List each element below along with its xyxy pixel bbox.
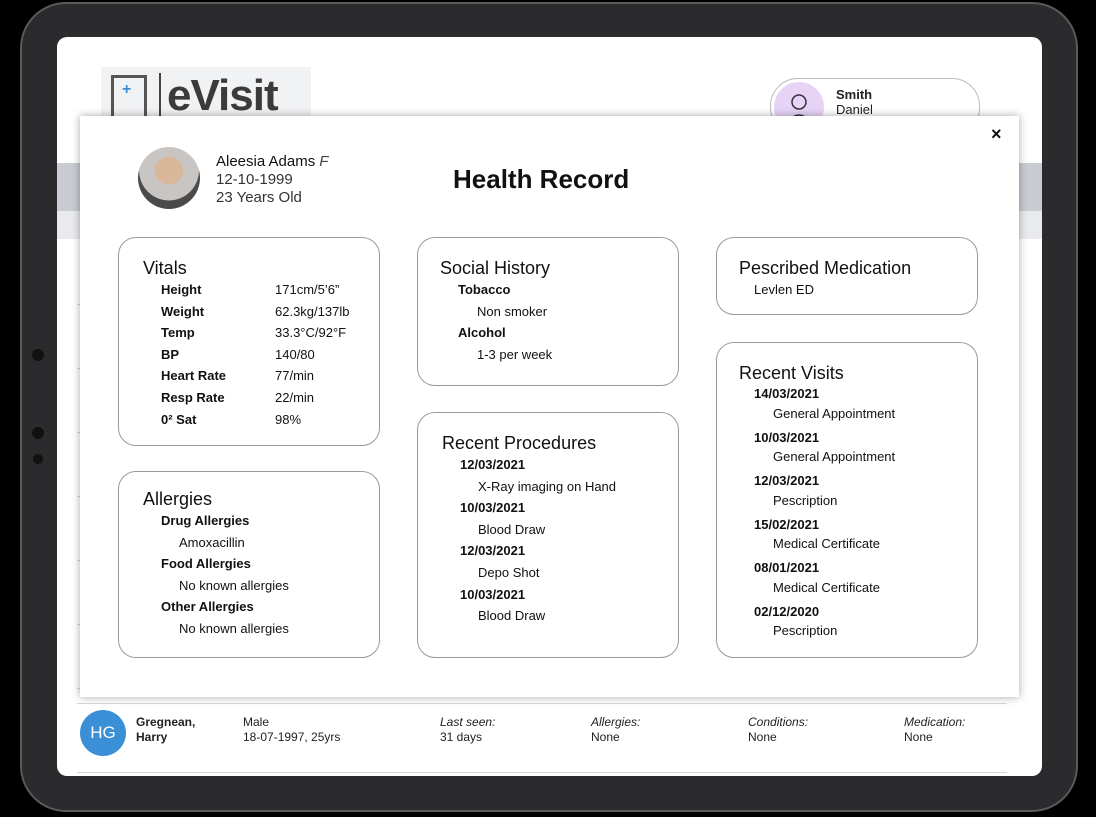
procedure-value: Blood Draw: [478, 608, 546, 624]
logo-divider: [159, 73, 161, 119]
logo-text: eVisit: [167, 71, 279, 120]
vital-label: Heart Rate: [161, 368, 227, 384]
social-heading: Social History: [440, 258, 551, 278]
social-value: 1-3 per week: [477, 346, 553, 362]
procedure-label: 12/03/2021: [460, 543, 526, 559]
patient-name-row: Aleesia Adams F: [216, 153, 328, 170]
vitals-card: Vitals Height 171cm/5’6” Weight 62.3kg/137l…: [118, 237, 380, 446]
procedure-label: 12/03/2021: [460, 457, 526, 472]
visit-value: Pescription: [773, 492, 838, 508]
social-history-card: Social History Tobacco Non smoker Alcohol 1…: [417, 237, 679, 386]
medication-heading: Pescribed Medication: [739, 258, 912, 278]
allergies-card: Allergies Drug Allergies Amoxacillin Food …: [118, 471, 380, 658]
side-button: [33, 454, 43, 464]
patient-name: Aleesia Adams: [216, 153, 316, 170]
user-last-name: Smith: [836, 87, 873, 102]
vital-value: 140/80: [275, 346, 315, 362]
visit-value: Medical Certificate: [773, 579, 880, 595]
side-button: [32, 427, 44, 439]
patient-sex: F: [319, 153, 329, 170]
vital-value: 22/min: [275, 390, 315, 405]
visit-value: General Appointment: [773, 449, 896, 464]
vital-value: 62.3kg/137lb: [275, 303, 350, 319]
vitals-heading: Vitals: [143, 258, 187, 278]
visit-label: 08/01/2021: [754, 560, 820, 575]
visit-label: 14/03/2021: [754, 386, 820, 401]
visits-heading: Recent Visits: [739, 363, 844, 383]
prescribed-medication-card: Pescribed Medication Levlen ED: [716, 237, 978, 315]
allergy-value: No known allergies: [179, 577, 289, 593]
procedure-label: 10/03/2021: [460, 500, 526, 516]
patient-age: 23 Years Old: [216, 189, 302, 206]
vital-label: Resp Rate: [161, 390, 225, 405]
patient-dob: 12-10-1999: [216, 171, 293, 188]
social-value: Non smoker: [477, 303, 548, 319]
procedure-label: 10/03/2021: [460, 586, 526, 602]
allergies-heading: Allergies: [143, 489, 213, 509]
conditions-label: Conditions:: [748, 715, 809, 729]
patient-gender-dob: Male 18-07-1997, 25yrs: [243, 715, 341, 744]
procedure-value: X-Ray imaging on Hand: [478, 478, 617, 494]
allergy-label: Food Allergies: [161, 556, 251, 572]
patient-photo: [138, 147, 200, 209]
recent-visits-card: Recent Visits 14/03/2021 General Appointm…: [716, 342, 978, 658]
allergies-value: None: [591, 730, 620, 744]
vital-value: 98%: [275, 411, 302, 427]
health-record-modal: × Aleesia Adams F 12-10-1999 23 Years Old…: [80, 116, 1019, 697]
vital-label: 0² Sat: [161, 411, 197, 427]
allergy-label: Other Allergies: [161, 599, 254, 615]
user-first-name: Daniel: [836, 102, 873, 117]
close-icon[interactable]: ×: [991, 124, 1002, 145]
visit-label: 12/03/2021: [754, 473, 820, 488]
procedure-value: Depo Shot: [478, 565, 540, 580]
procedures-heading: Recent Procedures: [442, 433, 597, 453]
allergy-value: Amoxacillin: [179, 534, 245, 550]
vital-value: 171cm/5’6”: [275, 282, 340, 297]
visit-label: 10/03/2021: [754, 429, 820, 445]
conditions-value: None: [748, 730, 777, 744]
medication-value: None: [904, 730, 933, 744]
last-seen-value: 31 days: [440, 730, 483, 744]
modal-title: Health Record: [453, 164, 630, 194]
visit-value: Medical Certificate: [773, 536, 880, 551]
allergies-label: Allergies:: [591, 715, 641, 729]
vital-label: Weight: [161, 303, 205, 319]
vital-value: 33.3°C/92°F: [275, 325, 347, 341]
visit-value: General Appointment: [773, 405, 896, 421]
recent-procedures-card: Recent Procedures 12/03/2021 X-Ray imagin…: [417, 412, 679, 658]
visit-value: Pescription: [773, 623, 838, 638]
side-button: [32, 349, 44, 361]
allergy-label: Drug Allergies: [161, 513, 250, 528]
clinic-icon: +: [111, 75, 147, 119]
vital-label: Temp: [161, 325, 195, 341]
vital-value: 77/min: [275, 368, 315, 384]
last-seen-label: Last seen:: [440, 715, 496, 729]
patient-name: Gregnean, Harry: [136, 715, 196, 744]
social-label: Alcohol: [458, 325, 506, 341]
social-label: Tobacco: [458, 282, 511, 297]
allergy-value: No known allergies: [179, 621, 289, 636]
medication-item: Levlen ED: [754, 282, 814, 297]
procedure-value: Blood Draw: [478, 521, 546, 537]
medication-label: Medication:: [904, 715, 966, 729]
visit-label: 02/12/2020: [754, 603, 820, 619]
visit-label: 15/02/2021: [754, 516, 820, 532]
table-row[interactable]: HG Gregnean, Harry Male 18-07-1997, 25yr…: [77, 703, 1007, 773]
vital-label: Height: [161, 282, 202, 297]
vital-label: BP: [161, 346, 180, 362]
patient-avatar: HG: [80, 710, 126, 756]
